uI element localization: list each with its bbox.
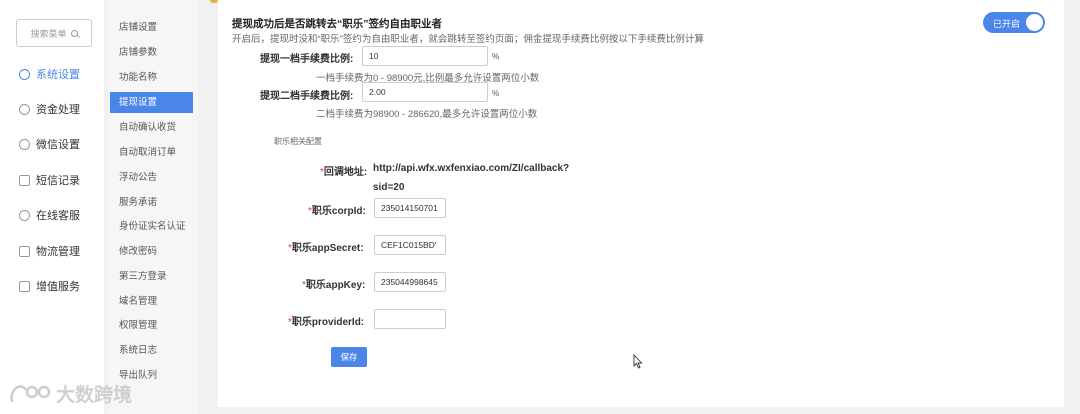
sidebar-item-wechat[interactable]: 微信设置 xyxy=(0,132,104,156)
callback-url-line2: sid=20 xyxy=(373,182,405,193)
appsecret-input[interactable]: CEF1C015BD' xyxy=(374,235,446,255)
sidebar-item-label: 资金处理 xyxy=(36,104,80,116)
save-button[interactable]: 保存 xyxy=(331,347,367,367)
mouse-cursor-icon xyxy=(633,354,643,369)
submenu-item-withdraw-settings[interactable]: 提现设置 xyxy=(110,92,193,113)
fee2-label: 提现二档手续费比例: xyxy=(260,91,354,102)
providerid-label: *职乐providerId: xyxy=(288,317,365,328)
search-placeholder: 搜索菜单 xyxy=(30,28,67,39)
providerid-input[interactable] xyxy=(374,309,446,329)
page-title: 提现成功后是否跳转去“职乐”签约自由职业者 xyxy=(232,18,442,30)
submenu-item[interactable]: 自动确认收货 xyxy=(110,117,193,138)
withdraw-settings-panel: 提现成功后是否跳转去“职乐”签约自由职业者 开启后，提现时没和“职乐”签约为自由… xyxy=(218,0,1064,408)
gear-icon xyxy=(19,68,30,80)
submenu-item[interactable]: 浮动公告 xyxy=(110,167,193,188)
sidebar-item-system-settings[interactable]: 系统设置 xyxy=(0,62,104,86)
search-icon xyxy=(70,29,78,37)
panel-bottom-gap xyxy=(218,407,1064,414)
sidebar-item-logistics[interactable]: 物流管理 xyxy=(0,239,104,263)
corpid-label: *职乐corpId: xyxy=(308,206,366,217)
sidebar-item-customer-service[interactable]: 在线客服 xyxy=(0,203,104,227)
fee2-input[interactable]: 2.00 xyxy=(362,82,488,102)
appkey-input[interactable]: 235044998645 xyxy=(374,272,446,292)
sidebar-item-sms[interactable]: 短信记录 xyxy=(0,168,104,192)
corpid-input[interactable]: 235014150701 xyxy=(374,198,446,218)
callback-url-line1: http://api.wfx.wxfenxiao.com/ZI/callback… xyxy=(373,163,570,174)
submenu-item[interactable]: 第三方登录 xyxy=(110,266,193,287)
appsecret-label: *职乐appSecret: xyxy=(288,243,364,254)
settings-submenu: 店铺设置 店铺参数 功能名称 提现设置 自动确认收货 自动取消订单 浮动公告 服… xyxy=(108,0,198,414)
submenu-item[interactable]: 域名管理 xyxy=(110,291,193,312)
sidebar-item-label: 增值服务 xyxy=(36,281,80,293)
sidebar-item-label: 在线客服 xyxy=(36,210,80,222)
wechat-icon xyxy=(19,138,30,150)
watermark: 大数跨境 xyxy=(8,380,132,407)
toggle-knob xyxy=(1026,14,1043,31)
menu-search-input[interactable]: 搜索菜单 xyxy=(16,19,92,47)
sidebar-item-label: 物流管理 xyxy=(36,246,80,258)
sidebar-item-label: 微信设置 xyxy=(36,139,80,151)
submenu-item[interactable]: 店铺设置 xyxy=(110,17,193,38)
fee2-hint: 二档手续费为98900 - 286620,最多允许设置两位小数 xyxy=(316,109,538,120)
watermark-text: 大数跨境 xyxy=(56,385,133,406)
toggle-label: 已开启 xyxy=(993,19,1021,29)
fee2-unit: % xyxy=(492,89,500,98)
submenu-item[interactable]: 系统日志 xyxy=(110,340,193,361)
sidebar-item-label: 系统设置 xyxy=(36,69,80,81)
section-label: 职乐相关配置 xyxy=(274,137,322,146)
message-icon xyxy=(19,174,30,186)
fee1-label: 提现一档手续费比例: xyxy=(260,54,354,65)
submenu-item[interactable]: 自动取消订单 xyxy=(110,142,193,163)
toolbar-icon xyxy=(210,0,218,3)
submenu-item[interactable]: 服务承诺 xyxy=(110,192,193,213)
watermark-logo-icon xyxy=(10,384,51,402)
truck-icon xyxy=(19,245,30,257)
submenu-item[interactable]: 身份证实名认证 xyxy=(110,216,193,237)
page-description: 开启后，提现时没和“职乐”签约为自由职业者，就会跳转至签约页面；佣金提现手续费比… xyxy=(232,34,704,45)
callback-label: *回调地址: xyxy=(320,167,368,178)
fee1-input[interactable]: 10 xyxy=(362,46,488,66)
enable-toggle[interactable]: 已开启 xyxy=(983,12,1045,33)
submenu-item[interactable]: 修改密码 xyxy=(110,241,193,262)
fee1-unit: % xyxy=(492,52,500,61)
submenu-item[interactable]: 店铺参数 xyxy=(110,42,193,63)
sidebar-item-value-added[interactable]: 增值服务 xyxy=(0,274,104,298)
submenu-item[interactable]: 权限管理 xyxy=(110,315,193,336)
headset-icon xyxy=(19,209,30,221)
sidebar-item-label: 短信记录 xyxy=(36,175,80,187)
sidebar-item-funds[interactable]: 资金处理 xyxy=(0,97,104,121)
appkey-label: *职乐appKey: xyxy=(302,280,366,291)
money-icon xyxy=(19,103,30,115)
chart-icon xyxy=(19,280,30,292)
main-sidebar: 搜索菜单 系统设置 资金处理 微信设置 短信记录 在线客服 物流管理 增值服务 xyxy=(0,0,104,414)
submenu-item[interactable]: 功能名称 xyxy=(110,67,193,88)
